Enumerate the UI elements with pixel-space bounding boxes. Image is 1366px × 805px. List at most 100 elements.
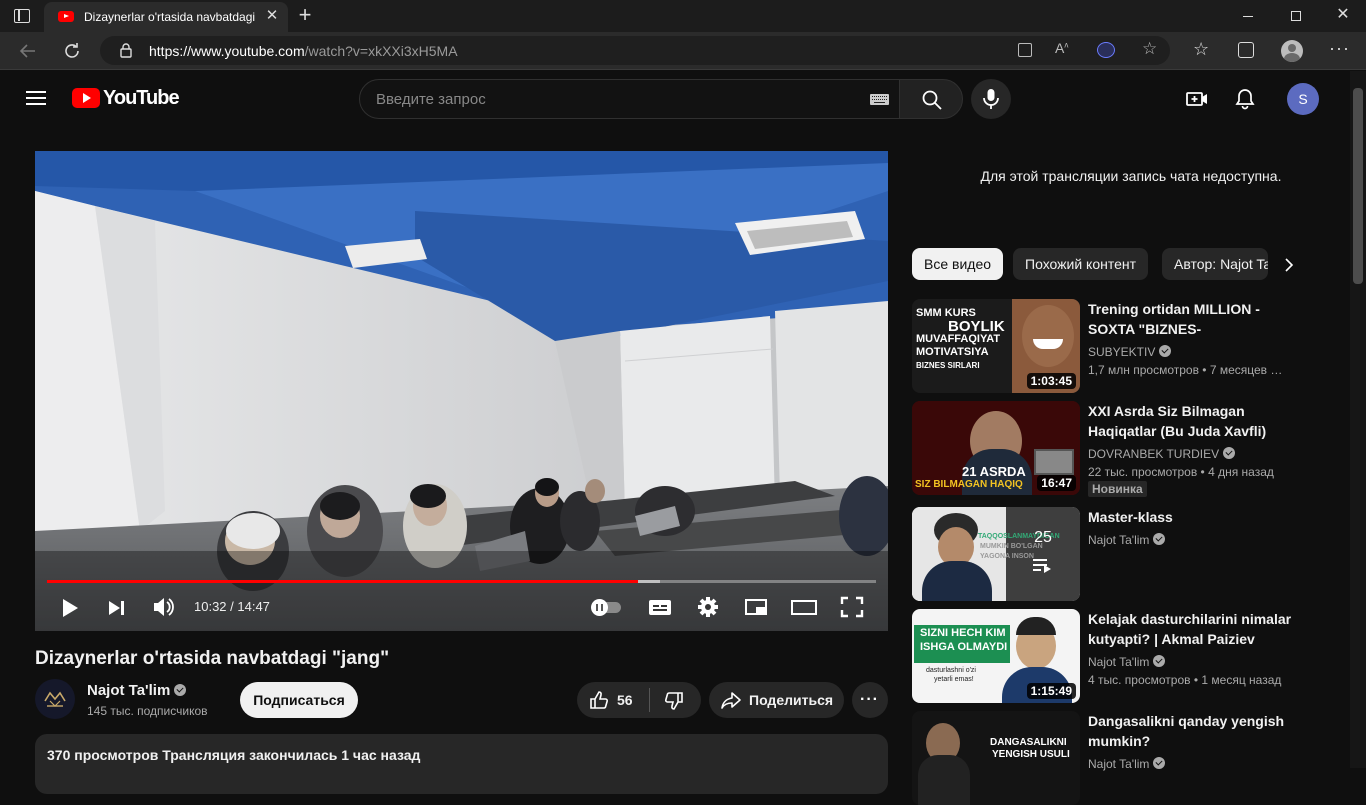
dislike-button[interactable] [650, 682, 701, 718]
thumb-text: BOYLIK [948, 318, 1005, 335]
keyboard-icon[interactable] [870, 94, 889, 105]
thumb-text: dasturlashni o'zi [926, 667, 976, 674]
recommendation-channel[interactable]: Najot Ta'lim [1088, 655, 1166, 669]
recommendation-item[interactable]: SMM KURS BOYLIK MUVAFFAQIYAT MOTIVATSIYA… [912, 299, 1332, 393]
youtube-logo-icon [72, 88, 100, 108]
recommendation-title[interactable]: Kelajak dasturchilarini nimalar kutyapti… [1088, 609, 1292, 649]
minimize-window-icon[interactable] [1243, 16, 1253, 17]
address-bar[interactable]: https://www.youtube.com/watch?v=xkXXi3xH… [100, 36, 1170, 65]
miniplayer-button[interactable] [738, 591, 774, 623]
browser-tab-active[interactable]: Dizaynerlar o'rtasida navbatdagi ✕ [44, 2, 288, 32]
youtube-header: YouTube Введите запрос S [0, 71, 1350, 127]
video-duration: 16:47 [1037, 475, 1076, 491]
chip-from-author[interactable]: Автор: Najot Ta'lim [1162, 248, 1268, 280]
search-button[interactable] [899, 79, 963, 119]
recommendation-meta: 1,7 млн просмотров • 7 месяцев назад [1088, 363, 1288, 377]
create-video-icon[interactable] [1186, 90, 1208, 108]
app-available-icon[interactable] [1018, 43, 1032, 57]
profile-icon[interactable] [1281, 40, 1303, 62]
search-placeholder: Введите запрос [376, 91, 486, 108]
verified-icon [1153, 533, 1166, 545]
view-stats: 370 просмотров Трансляция закончилась 1 … [47, 747, 421, 763]
favorites-icon[interactable]: ☆ [1193, 39, 1209, 60]
recommendation-item[interactable]: SIZNI HECH KIM ISHGA OLMAYDI dasturlashn… [912, 609, 1332, 703]
thumbs-down-icon [664, 692, 683, 710]
search-input[interactable]: Введите запрос [359, 79, 900, 119]
youtube-favicon-icon [58, 11, 74, 22]
recommendation-playlist[interactable]: TAQQOSLANMAYDIGAN MUMKIN BO'LGAN YAGONA … [912, 507, 1332, 601]
channel-name[interactable]: Najot Ta'lim [87, 682, 187, 699]
new-badge: Новинка [1088, 481, 1147, 497]
playlist-thumbnail[interactable]: TAQQOSLANMAYDIGAN MUMKIN BO'LGAN YAGONA … [912, 507, 1080, 601]
collections-icon[interactable] [1238, 42, 1254, 58]
recommendation-channel[interactable]: DOVRANBEK TURDIEV [1088, 447, 1236, 461]
video-duration: 1:03:45 [1026, 373, 1076, 389]
add-favorite-icon[interactable]: ☆ [1142, 39, 1157, 59]
description-box[interactable]: 370 просмотров Трансляция закончилась 1 … [35, 734, 888, 794]
volume-icon [154, 598, 174, 616]
video-thumbnail[interactable]: 21 ASRDA SIZ BILMAGAN HAQIQ 16:47 [912, 401, 1080, 495]
close-tab-icon[interactable]: ✕ [264, 8, 280, 24]
recommendation-channel[interactable]: SUBYEKTIV [1088, 345, 1172, 359]
recommendation-title[interactable]: XXI Asrda Siz Bilmagan Haqiqatlar (Bu Ju… [1088, 401, 1292, 441]
recommendation-item[interactable]: DANGASALIKNI YENGISH USULI Dangasalikni … [912, 711, 1332, 805]
progress-bar[interactable] [47, 580, 876, 583]
thumb-text: MUVAFFAQIYAT [916, 333, 1001, 345]
fullscreen-icon [840, 596, 864, 618]
video-thumbnail[interactable]: SIZNI HECH KIM ISHGA OLMAYDI dasturlashn… [912, 609, 1080, 703]
restore-window-icon[interactable] [1291, 11, 1301, 21]
fullscreen-button[interactable] [834, 591, 870, 623]
back-icon[interactable] [18, 41, 38, 61]
recommendation-meta: 4 тыс. просмотров • 1 месяц назад [1088, 673, 1282, 687]
video-thumbnail[interactable]: DANGASALIKNI YENGISH USULI [912, 711, 1080, 805]
video-thumbnail[interactable]: SMM KURS BOYLIK MUVAFFAQIYAT MOTIVATSIYA… [912, 299, 1080, 393]
share-label: Поделиться [749, 692, 834, 708]
chip-all-videos[interactable]: Все видео [912, 248, 1004, 280]
recommendation-title[interactable]: Trening ortidan MILLION - SOXTA "BIZNES-… [1088, 299, 1292, 339]
theater-mode-button[interactable] [786, 591, 822, 623]
lock-icon[interactable] [119, 43, 133, 58]
read-aloud-icon[interactable]: Aʌ [1055, 40, 1068, 56]
channel-avatar[interactable] [35, 679, 75, 719]
subscribe-button[interactable]: Подписаться [240, 682, 358, 718]
scrollbar-thumb[interactable] [1353, 88, 1363, 284]
recommendation-channel[interactable]: Najot Ta'lim [1088, 533, 1166, 547]
new-tab-icon[interactable]: + [294, 4, 316, 26]
thumb-text: SIZNI HECH KIM [920, 627, 1006, 639]
more-horizontal-icon: ··· [860, 691, 879, 708]
close-window-icon[interactable]: ✕ [1335, 6, 1351, 24]
subtitles-button[interactable] [642, 591, 678, 623]
recommendation-item[interactable]: 21 ASRDA SIZ BILMAGAN HAQIQ 16:47 XXI As… [912, 401, 1332, 497]
chip-related[interactable]: Похожий контент [1013, 248, 1149, 280]
account-avatar[interactable]: S [1287, 83, 1319, 115]
next-button[interactable] [99, 591, 135, 623]
thumb-text: 21 ASRDA [962, 464, 1026, 479]
menu-icon[interactable] [26, 90, 46, 106]
progress-played [47, 580, 638, 583]
extension-icon[interactable] [1097, 42, 1115, 58]
tab-actions-icon[interactable] [14, 9, 30, 23]
refresh-icon[interactable] [62, 41, 82, 61]
chips-next-icon[interactable] [1279, 255, 1299, 275]
settings-more-icon[interactable]: ··· [1329, 38, 1350, 59]
like-dislike-group: 56 [577, 682, 701, 718]
play-button[interactable] [52, 591, 88, 623]
youtube-logo[interactable]: YouTube [72, 87, 180, 111]
url-text[interactable]: https://www.youtube.com/watch?v=xkXXi3xH… [149, 43, 458, 59]
verified-icon [1153, 757, 1166, 769]
verified-icon [1223, 447, 1236, 459]
video-player[interactable]: 10:32 / 14:47 [35, 151, 888, 631]
thumb-text: DANGASALIKNI [990, 737, 1067, 748]
settings-button[interactable] [690, 591, 726, 623]
volume-button[interactable] [146, 591, 182, 623]
recommendation-channel[interactable]: Najot Ta'lim [1088, 757, 1166, 771]
miniplayer-icon [745, 599, 767, 615]
autoplay-toggle[interactable] [589, 591, 625, 623]
share-button[interactable]: Поделиться [709, 682, 844, 718]
voice-search-button[interactable] [971, 79, 1011, 119]
recommendation-title[interactable]: Master-klass [1088, 507, 1292, 527]
like-button[interactable]: 56 [577, 682, 649, 718]
more-actions-button[interactable]: ··· [852, 682, 888, 718]
notifications-icon[interactable] [1235, 88, 1255, 110]
recommendation-title[interactable]: Dangasalikni qanday yengish mumkin? [1088, 711, 1292, 751]
